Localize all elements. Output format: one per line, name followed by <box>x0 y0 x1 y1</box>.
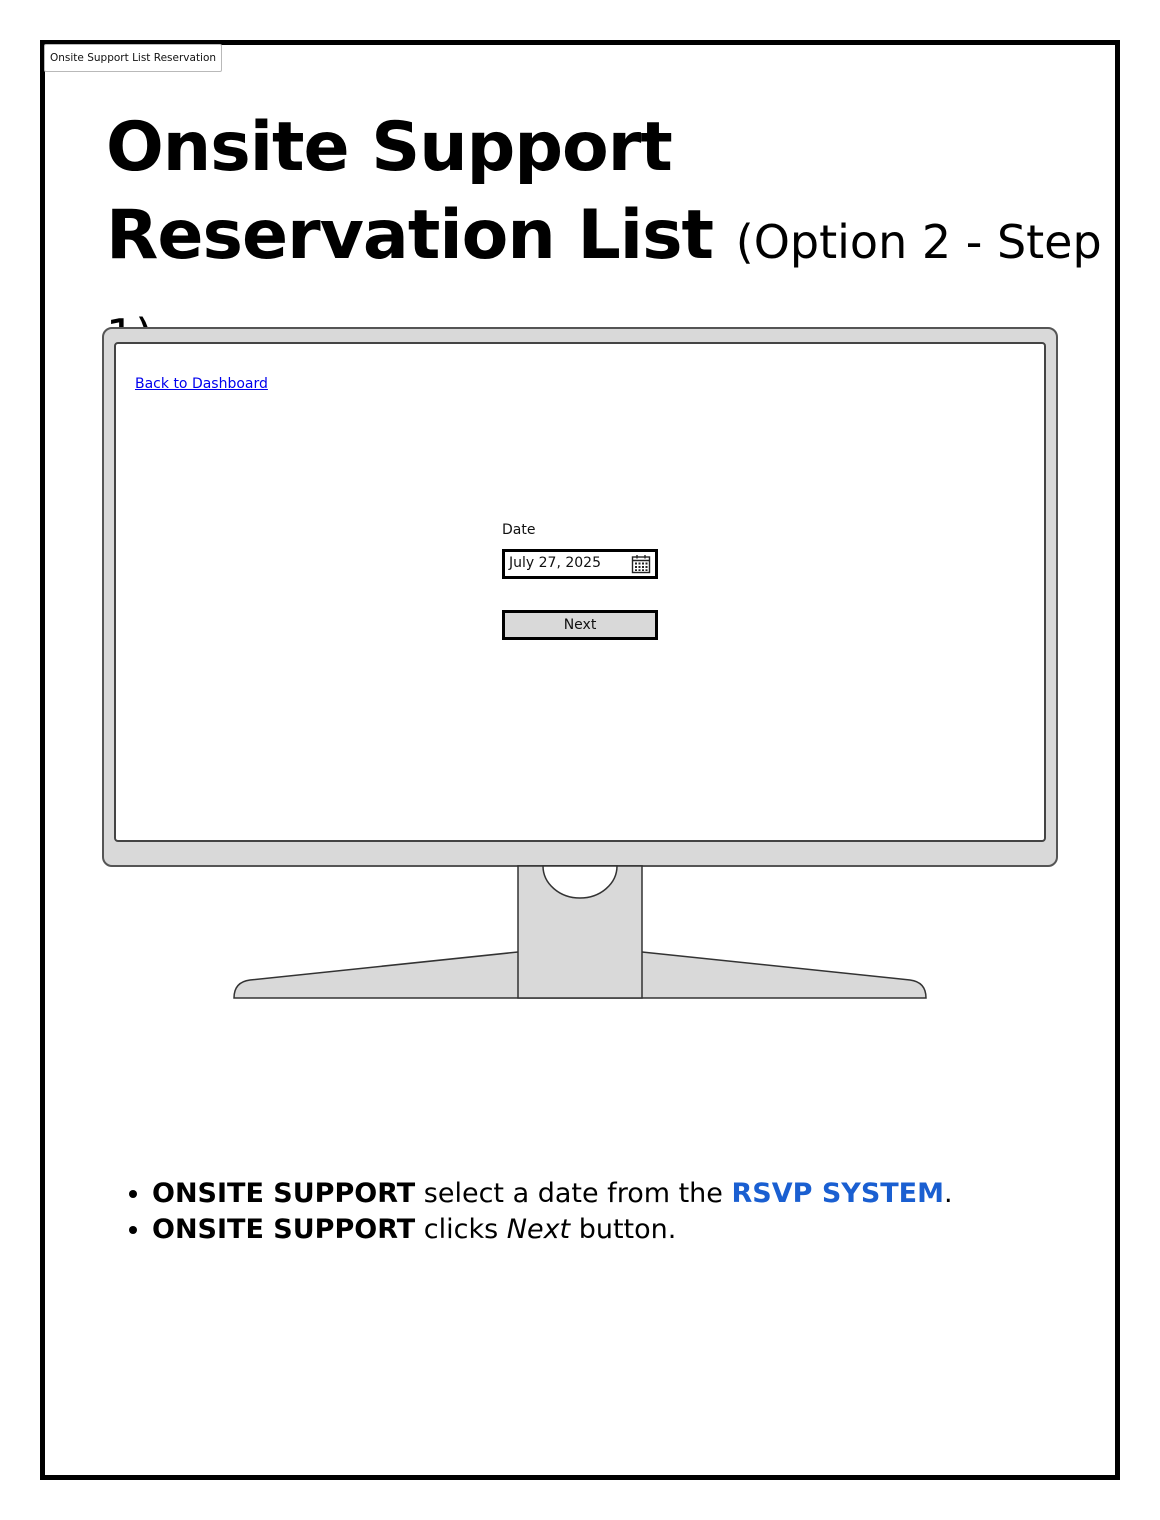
note-actor: ONSITE SUPPORT <box>152 1178 416 1209</box>
note-text: button. <box>570 1214 677 1245</box>
step-notes: ONSITE SUPPORT select a date from the RS… <box>110 1176 1132 1248</box>
next-button[interactable]: Next <box>502 610 658 640</box>
date-label: Date <box>502 522 536 538</box>
note-text: clicks <box>415 1214 507 1245</box>
frame-tab-label: Onsite Support List Reservation <box>44 44 223 72</box>
date-input[interactable]: July 27, 2025 <box>502 549 658 579</box>
note-emphasis: Next <box>506 1214 571 1245</box>
note-system: RSVP SYSTEM <box>731 1178 945 1209</box>
note-text: select a date from the <box>415 1178 732 1209</box>
calendar-icon[interactable] <box>631 554 651 574</box>
note-item: ONSITE SUPPORT clicks Next button. <box>152 1212 1132 1248</box>
note-actor: ONSITE SUPPORT <box>152 1214 416 1245</box>
back-to-dashboard-link[interactable]: Back to Dashboard <box>135 376 268 392</box>
page-title-main: Onsite Support Reservation List <box>106 108 714 275</box>
monitor-screen: Back to Dashboard Date July 27, 2025 Nex… <box>114 342 1046 842</box>
note-item: ONSITE SUPPORT select a date from the RS… <box>152 1176 1132 1212</box>
date-input-value: July 27, 2025 <box>509 555 601 571</box>
monitor-stand <box>233 865 927 999</box>
note-text: . <box>944 1178 953 1209</box>
